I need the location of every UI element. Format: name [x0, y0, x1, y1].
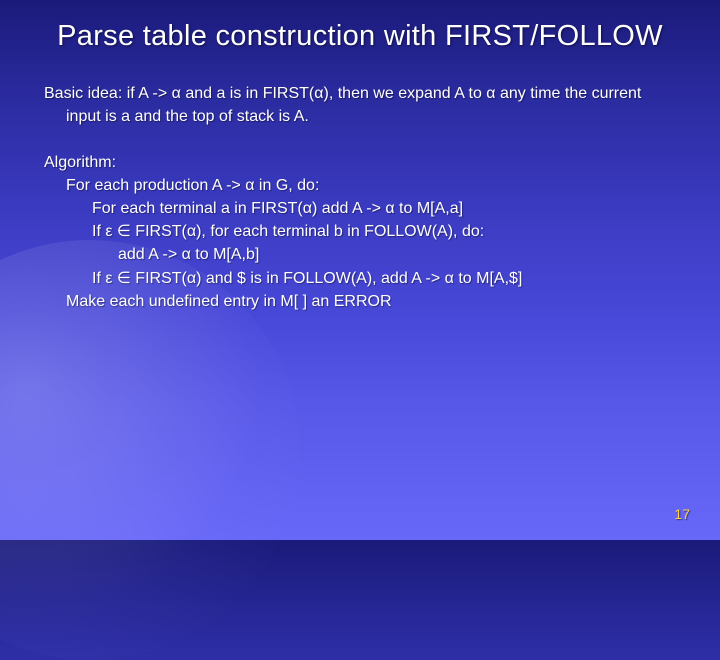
slide-title: Parse table construction with FIRST/FOLL… [44, 18, 676, 54]
algorithm-line-3: If ε ∈ FIRST(α), for each terminal b in … [44, 220, 676, 243]
algorithm-line-6: Make each undefined entry in M[ ] an ERR… [44, 290, 676, 313]
basic-idea-text: Basic idea: if A -> α and a is in FIRST(… [44, 82, 676, 128]
algorithm-heading: Algorithm: [44, 151, 676, 174]
page-number: 17 [674, 506, 690, 522]
algorithm-line-1: For each production A -> α in G, do: [44, 174, 676, 197]
algorithm-line-5: If ε ∈ FIRST(α) and $ is in FOLLOW(A), a… [44, 267, 676, 290]
algorithm-line-2: For each terminal a in FIRST(α) add A ->… [44, 197, 676, 220]
algorithm-line-4: add A -> α to M[A,b] [44, 243, 676, 266]
slide-body: Basic idea: if A -> α and a is in FIRST(… [44, 82, 676, 313]
slide: Parse table construction with FIRST/FOLL… [0, 0, 720, 540]
algorithm-block: Algorithm: For each production A -> α in… [44, 151, 676, 313]
